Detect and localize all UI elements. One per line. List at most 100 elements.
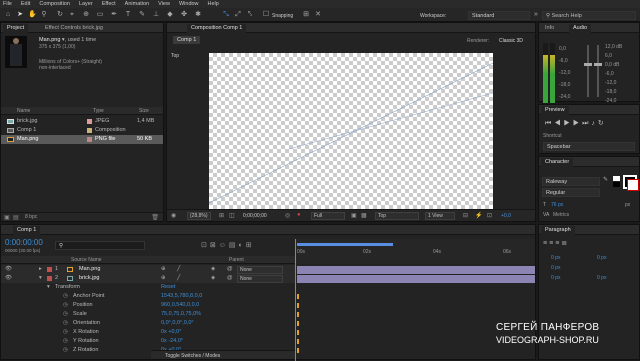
snap-feather-icon[interactable]: ✕ xyxy=(314,11,322,19)
mask-icon[interactable]: ◫ xyxy=(229,212,235,219)
comp-timecode[interactable]: 0;00;00;00 xyxy=(243,213,267,219)
bpc-label[interactable]: 8 bpc xyxy=(25,214,37,220)
col-source-name[interactable]: Source Name xyxy=(71,257,102,263)
timeline-timecode[interactable]: 0:00:00:00 xyxy=(5,238,43,247)
fill-color-black[interactable] xyxy=(613,182,620,187)
stopwatch-icon[interactable]: ◷ xyxy=(63,346,68,355)
layer-duration-bar[interactable] xyxy=(297,275,535,283)
keyframe-marker[interactable] xyxy=(297,312,299,317)
color-channel-icon[interactable]: ● xyxy=(297,212,301,218)
shortcut-select[interactable]: Spacebar xyxy=(543,142,635,151)
composition-mini-flowchart-icon[interactable]: ⊡ xyxy=(201,242,210,249)
expand-arrow-icon[interactable]: ▸ xyxy=(39,265,42,274)
play-icon[interactable]: ▶ xyxy=(564,120,573,127)
stopwatch-icon[interactable]: ◷ xyxy=(63,301,68,310)
switch-quality-icon[interactable]: ╱ xyxy=(177,274,180,283)
stopwatch-icon[interactable]: ◷ xyxy=(63,328,68,337)
rectangle-tool-icon[interactable]: ▭ xyxy=(96,11,104,19)
col-size[interactable]: Size xyxy=(139,108,149,114)
visibility-eye-icon[interactable]: 👁 xyxy=(5,274,12,283)
type-tool-icon[interactable]: T xyxy=(124,11,132,19)
first-frame-icon[interactable]: ⏮ xyxy=(545,120,554,127)
stopwatch-icon[interactable]: ◷ xyxy=(63,292,68,301)
world-axis-icon[interactable]: ⤢ xyxy=(234,11,242,19)
switch-quality-icon[interactable]: ╱ xyxy=(177,265,180,274)
col-parent[interactable]: Parent xyxy=(229,257,244,263)
tab-effect-controls[interactable]: Effect Controls brick.jpg xyxy=(41,24,107,33)
keyframe-marker[interactable] xyxy=(297,321,299,326)
pen-tool-icon[interactable]: ✒ xyxy=(110,11,118,19)
keyframe-marker[interactable] xyxy=(297,348,299,353)
roto-brush-tool-icon[interactable]: ✤ xyxy=(180,11,188,19)
next-frame-icon[interactable]: ▶ xyxy=(573,120,582,127)
work-area-bar[interactable] xyxy=(297,243,393,246)
collapse-arrow-icon[interactable]: ▾ xyxy=(39,274,42,283)
font-style-select[interactable]: Regular xyxy=(542,188,600,197)
tab-character[interactable]: Character xyxy=(541,158,574,167)
fill-color-white[interactable] xyxy=(613,176,620,181)
loop-icon[interactable]: ↻ xyxy=(598,120,607,127)
menu-help[interactable]: Help xyxy=(208,1,219,7)
camera-tool-icon[interactable]: ⌖ xyxy=(68,11,76,19)
puppet-tool-icon[interactable]: ✱ xyxy=(194,11,202,19)
draft-3d-icon[interactable]: ⊠ xyxy=(210,242,219,249)
hand-tool-icon[interactable]: ✋ xyxy=(28,11,37,19)
graph-editor-icon[interactable]: ⊞ xyxy=(246,242,255,249)
eyedropper-icon[interactable]: ✎ xyxy=(603,176,608,183)
eraser-tool-icon[interactable]: ◆ xyxy=(166,11,174,19)
menu-edit[interactable]: Edit xyxy=(21,1,30,7)
last-frame-icon[interactable]: ⏭ xyxy=(582,120,591,127)
view-axis-icon[interactable]: ⤣ xyxy=(246,11,254,19)
project-item-man[interactable]: Man.png PNG file 50 KB xyxy=(1,135,163,144)
property-row[interactable]: ◷ Scale 75,0,75,0,75,0% xyxy=(1,310,295,319)
rotate-tool-icon[interactable]: ↻ xyxy=(56,11,64,19)
menu-composition[interactable]: Composition xyxy=(39,1,70,7)
stopwatch-icon[interactable]: ◷ xyxy=(63,337,68,346)
fast-preview-icon[interactable]: ⚡ xyxy=(475,212,482,219)
snapshot-icon[interactable]: ◎ xyxy=(285,212,290,219)
frame-blending-icon[interactable]: ▤ xyxy=(229,242,239,249)
transform-group[interactable]: ▾ Transform Reset xyxy=(1,283,295,292)
keyframe-marker[interactable] xyxy=(297,294,299,299)
property-value[interactable]: 75,0,75,0,75,0% xyxy=(161,310,201,319)
audio-slider-right[interactable] xyxy=(597,45,599,97)
snap-options-icon[interactable]: ⊞ xyxy=(302,11,310,19)
menu-effect[interactable]: Effect xyxy=(102,1,116,7)
fill-color-swatch[interactable] xyxy=(627,179,639,191)
pan-behind-tool-icon[interactable]: ⊕ xyxy=(82,11,90,19)
parent-select[interactable]: None xyxy=(237,275,283,283)
zoom-select[interactable]: (28,8%) xyxy=(187,212,211,220)
audio-slider-left[interactable] xyxy=(587,45,589,97)
property-value[interactable]: 0x -24,0° xyxy=(161,337,183,346)
shy-icon[interactable]: ☺ xyxy=(219,242,229,249)
property-row[interactable]: ◷ Anchor Point 1543,5,780,8,0,0 xyxy=(1,292,295,301)
grid-icon[interactable]: ⊞ xyxy=(219,212,224,219)
transform-reset-link[interactable]: Reset xyxy=(161,283,175,292)
motion-blur-icon[interactable]: ◐ xyxy=(239,242,246,249)
exposure-value[interactable]: +0,0 xyxy=(501,213,511,219)
toggle-switches-label[interactable]: Toggle Switches / Modes xyxy=(165,353,220,359)
layer-row[interactable]: 👁 ▸ 1 Man.png ⊕ ╱ ◈ @ None xyxy=(1,265,295,274)
home-icon[interactable]: ⌂ xyxy=(4,11,12,19)
tab-paragraph[interactable]: Paragraph xyxy=(541,226,575,235)
font-family-select[interactable]: Raleway xyxy=(542,177,600,186)
region-icon[interactable]: ▣ xyxy=(351,212,357,219)
space-after-value[interactable]: 0 px xyxy=(597,275,606,281)
kerning-value[interactable]: Metrics xyxy=(553,212,569,218)
property-row[interactable]: ◷ Y Rotation 0x -24,0° xyxy=(1,337,295,346)
comp-breadcrumb[interactable]: Comp 1 xyxy=(173,36,201,44)
renderer-value[interactable]: Classic 3D xyxy=(499,38,523,44)
stopwatch-icon[interactable]: ◷ xyxy=(63,310,68,319)
switch-3d-icon[interactable]: ◈ xyxy=(211,274,215,283)
visibility-eye-icon[interactable]: 👁 xyxy=(5,265,12,274)
parent-pickwhip-icon[interactable]: @ xyxy=(227,274,233,283)
timeline-search-field[interactable]: ⚲ xyxy=(55,241,145,250)
workspace-select[interactable]: Standard xyxy=(468,11,530,20)
selection-tool-icon[interactable]: ➤ xyxy=(16,11,24,19)
tab-preview[interactable]: Preview xyxy=(541,106,569,115)
font-size-value[interactable]: 76 px xyxy=(551,202,563,208)
keyframe-marker[interactable] xyxy=(297,330,299,335)
new-folder-icon[interactable]: ▤ xyxy=(13,214,19,221)
brush-tool-icon[interactable]: ✎ xyxy=(138,11,146,19)
search-help-field[interactable]: ⚲ Search Help xyxy=(542,11,636,20)
